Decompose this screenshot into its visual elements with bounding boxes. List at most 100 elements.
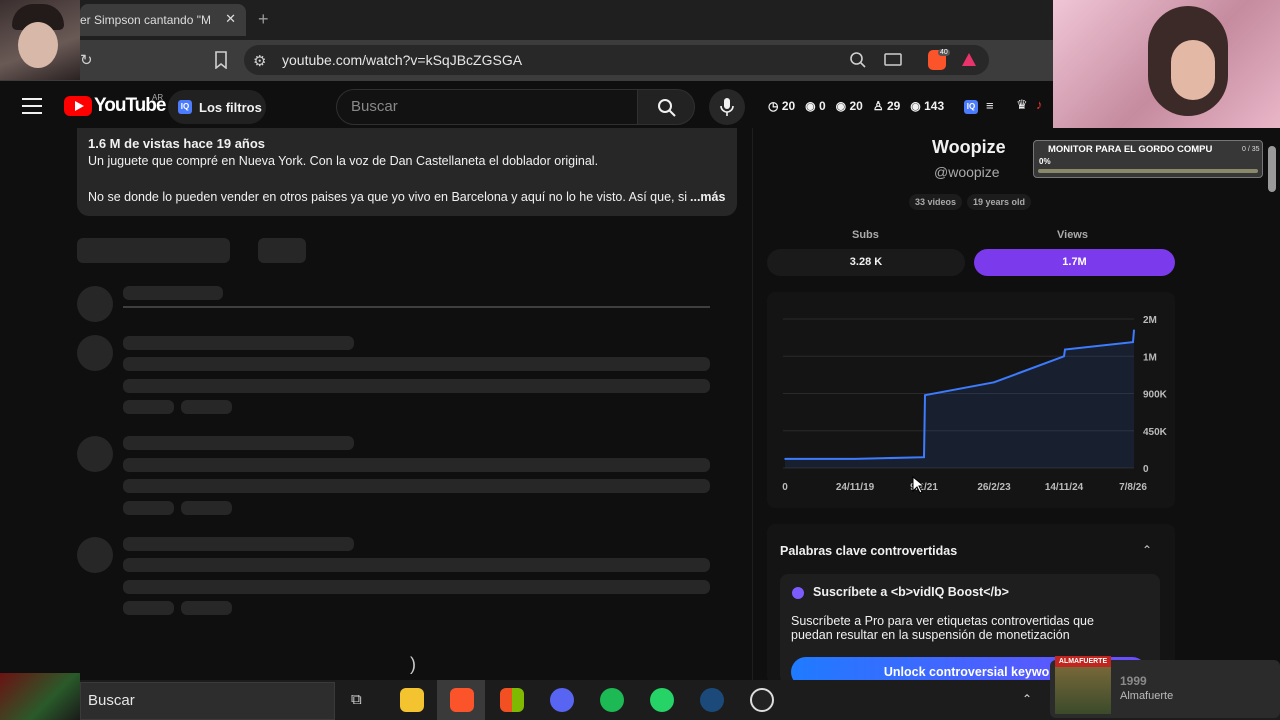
filters-label: Los filtros <box>199 99 262 115</box>
voice-search-button[interactable] <box>709 89 745 125</box>
skeleton-line <box>123 436 354 450</box>
eye-stat-3: ◉ 143 <box>910 99 945 113</box>
y-tick-label: 2M <box>1143 315 1157 326</box>
cast-icon[interactable] <box>884 52 902 73</box>
views-and-date: 1.6 M de vistas hace 19 años <box>88 136 266 151</box>
skeleton-line <box>123 580 710 594</box>
x-tick-label: 26/2/23 <box>977 482 1011 493</box>
menu-icon[interactable] <box>22 98 42 119</box>
skeleton-line <box>123 336 354 350</box>
channel-name: Woopize <box>932 137 1006 157</box>
skeleton-comment-count <box>77 238 230 263</box>
chart-point <box>784 458 786 460</box>
skeleton-line <box>123 537 354 551</box>
search-input[interactable]: Buscar <box>336 89 638 125</box>
eye-stat-2: ◉ 20 <box>835 99 863 113</box>
skeleton-line <box>181 501 232 515</box>
y-tick-label: 1M <box>1143 352 1157 363</box>
views-label: Views <box>1057 229 1088 241</box>
skeleton-avatar <box>77 286 113 322</box>
skeleton-line <box>123 458 710 472</box>
bookmark-icon[interactable] <box>214 51 228 73</box>
skeleton-line <box>123 501 174 515</box>
mic-icon <box>720 98 734 116</box>
country-code: AR <box>152 93 164 102</box>
skeleton-sort-button <box>258 238 306 263</box>
browser-tab[interactable]: er Simpson cantando "M ✕ <box>80 4 246 36</box>
close-tab-icon[interactable]: ✕ <box>225 11 236 27</box>
skeleton-line <box>181 400 232 414</box>
task-view-icon[interactable]: ⧉ <box>351 691 362 708</box>
vidiq-stats-bar: ◷ 20 ◉ 0 ◉ 20 ♙ 29 ◉ 143 <box>768 99 944 113</box>
views-toggle-button[interactable]: 1.7M <box>974 249 1175 276</box>
obs-icon[interactable] <box>750 688 774 712</box>
reload-icon[interactable]: ↻ <box>80 51 93 69</box>
mouse-cursor-icon <box>912 475 926 499</box>
upgrade-title: Suscríbete a <b>vidIQ Boost</b> <box>813 585 1009 599</box>
album-banner: ALMAFUERTE <box>1055 656 1111 667</box>
brave-icon[interactable] <box>450 688 474 712</box>
album-art <box>1055 664 1111 714</box>
skeleton-avatar <box>77 537 113 573</box>
description-line-1: Un juguete que compré en Nueva York. Con… <box>88 154 599 168</box>
x-tick-label: 24/11/19 <box>836 482 875 493</box>
url-text: youtube.com/watch?v=kSqJBcZGSGA <box>282 52 523 68</box>
track-title: 1999 <box>1120 674 1147 688</box>
shields-count: 40 <box>938 49 950 56</box>
skeleton-line <box>123 357 710 371</box>
taskbar-search-label: Buscar <box>88 692 135 709</box>
zoom-icon[interactable] <box>849 51 867 74</box>
description-line-2: No se donde lo pueden vender en otros pa… <box>88 190 687 204</box>
trophy-icon[interactable]: ♛ <box>1016 97 1028 113</box>
scrollbar-thumb[interactable] <box>1268 146 1276 192</box>
site-settings-icon[interactable]: ⚙ <box>253 52 266 70</box>
system-tray-chevron-icon[interactable]: ⌃ <box>1022 692 1032 706</box>
chart-point <box>1133 329 1135 331</box>
chart-point <box>924 394 926 396</box>
microsoft-store-icon[interactable] <box>500 688 524 712</box>
whatsapp-icon[interactable] <box>650 688 674 712</box>
stream-thumbnail <box>0 673 80 720</box>
bell-icon[interactable]: ♪ <box>1036 97 1043 112</box>
vidiq-icon: IQ <box>178 100 192 114</box>
list-icon[interactable]: ≡ <box>986 98 994 113</box>
subs-label: Subs <box>852 229 879 241</box>
chart-point <box>1063 355 1065 358</box>
vidiq-filters-button[interactable]: IQ Los filtros <box>168 90 266 124</box>
discord-icon[interactable] <box>550 688 574 712</box>
x-tick-label: 7/8/26 <box>1119 482 1147 493</box>
search-button[interactable] <box>637 89 695 125</box>
clock-stat: ◷ 20 <box>768 99 796 113</box>
skeleton-line <box>123 601 174 615</box>
goal-percent: 0% <box>1039 157 1051 166</box>
rewards-icon[interactable] <box>961 52 977 72</box>
steam-icon[interactable] <box>700 688 724 712</box>
track-artist: Almafuerte <box>1120 690 1174 702</box>
skeleton-line <box>123 558 710 572</box>
chart-point <box>993 381 995 384</box>
user-stat: ♙ 29 <box>872 99 901 113</box>
webcam-overlay-left <box>0 0 80 80</box>
subs-toggle-button[interactable]: 3.28 K <box>767 249 965 276</box>
chart-point <box>854 458 856 460</box>
skeleton-avatar <box>77 436 113 472</box>
x-tick-label: 0 <box>782 482 788 493</box>
show-more-link[interactable]: ...más <box>690 190 725 204</box>
chart-point <box>1132 341 1134 343</box>
file-explorer-icon[interactable] <box>400 688 424 712</box>
vidiq-extension-icon[interactable]: IQ <box>964 100 978 114</box>
skeleton-line <box>123 479 710 493</box>
spotify-icon[interactable] <box>600 688 624 712</box>
skeleton-avatar <box>77 335 113 371</box>
new-tab-icon[interactable]: + <box>258 9 269 30</box>
channel-age-badge: 19 years old <box>967 194 1032 210</box>
loading-spinner-icon: ) <box>410 654 416 674</box>
collapse-chevron-icon[interactable]: ⌃ <box>1142 543 1152 557</box>
views-chart: 0450K900K1M2M0 24/11/19 9/2/21 26/2/23 14/11… <box>782 315 1168 493</box>
skeleton-line <box>123 400 174 414</box>
youtube-logo-icon[interactable] <box>64 96 92 116</box>
goal-title: MONITOR PARA EL GORDO COMPU <box>1048 144 1213 155</box>
y-tick-label: 900K <box>1143 390 1168 401</box>
chart-point <box>1064 348 1066 351</box>
videos-count-badge: 33 videos <box>909 194 963 210</box>
